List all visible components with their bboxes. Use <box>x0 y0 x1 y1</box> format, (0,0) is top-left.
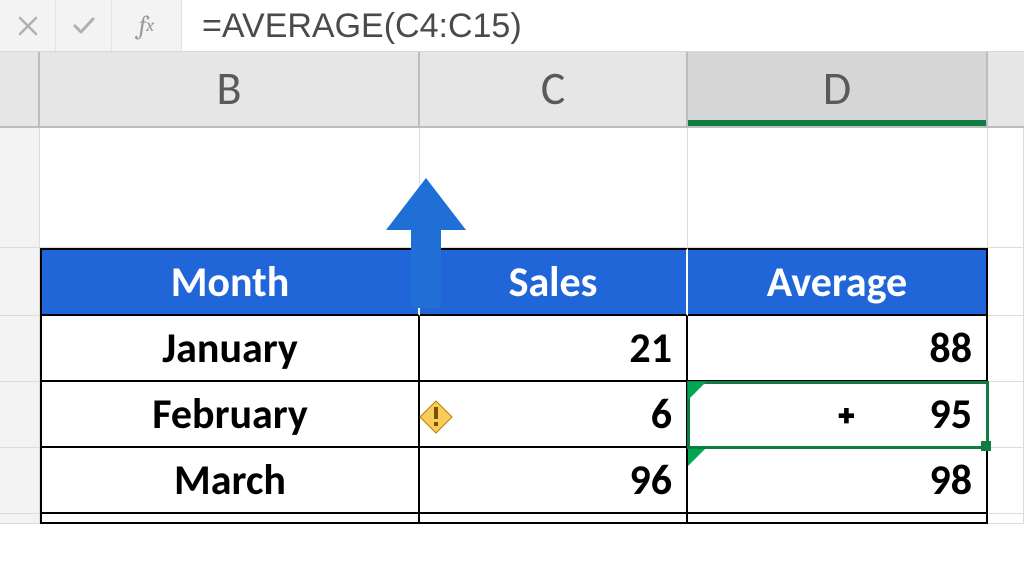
header-month[interactable]: Month <box>40 248 420 316</box>
cell[interactable] <box>988 248 1024 316</box>
cell-cursor-icon: ✚ <box>838 404 855 429</box>
column-header-d-active[interactable]: D <box>688 52 988 126</box>
row-header[interactable] <box>0 128 40 248</box>
cell[interactable] <box>988 514 1024 524</box>
confirm-icon[interactable] <box>56 0 112 51</box>
error-triangle-icon <box>688 448 706 466</box>
empty-row[interactable] <box>0 128 1024 248</box>
column-header-next[interactable] <box>988 52 1024 126</box>
insert-function-icon[interactable]: fx <box>112 0 182 51</box>
table-row <box>0 514 1024 524</box>
row-header[interactable] <box>0 514 40 524</box>
table-row: January 21 88 <box>0 316 1024 382</box>
column-header-c[interactable]: C <box>420 52 688 126</box>
cell-average[interactable]: 98 <box>688 448 988 514</box>
row-header[interactable] <box>0 382 40 448</box>
select-all-corner[interactable] <box>0 52 40 126</box>
header-sales[interactable]: Sales <box>420 248 688 316</box>
formula-input[interactable]: =AVERAGE(C4:C15) <box>182 0 1024 51</box>
warning-icon[interactable] <box>418 396 454 432</box>
cell[interactable] <box>988 382 1024 448</box>
cell[interactable] <box>988 448 1024 514</box>
row-header[interactable] <box>0 316 40 382</box>
header-average[interactable]: Average <box>688 248 988 316</box>
cell[interactable] <box>420 128 688 248</box>
row-header[interactable] <box>0 448 40 514</box>
cell-month[interactable]: February <box>40 382 420 448</box>
cell[interactable] <box>40 128 420 248</box>
cell-month[interactable]: March <box>40 448 420 514</box>
fill-handle[interactable] <box>981 441 991 451</box>
cell[interactable] <box>688 514 988 524</box>
table-row: February 6 ✚ 95 <box>0 382 1024 448</box>
worksheet-grid[interactable]: Month Sales Average January 21 88 Februa… <box>0 128 1024 524</box>
cell[interactable] <box>988 316 1024 382</box>
cell-sales[interactable]: 96 <box>420 448 688 514</box>
cell-average[interactable]: 88 <box>688 316 988 382</box>
column-header-b[interactable]: B <box>40 52 420 126</box>
cancel-icon[interactable] <box>0 0 56 51</box>
formula-text: =AVERAGE(C4:C15) <box>202 7 522 46</box>
cell[interactable] <box>988 128 1024 248</box>
error-triangle-icon <box>688 382 706 400</box>
cell[interactable] <box>40 514 420 524</box>
column-header-row: B C D <box>0 52 1024 128</box>
cell-sales[interactable]: 6 <box>420 382 688 448</box>
cell-sales[interactable]: 21 <box>420 316 688 382</box>
selected-cell[interactable]: ✚ 95 <box>688 382 988 448</box>
table-header-row: Month Sales Average <box>0 248 1024 316</box>
table-row: March 96 98 <box>0 448 1024 514</box>
formula-bar: fx =AVERAGE(C4:C15) <box>0 0 1024 52</box>
row-header[interactable] <box>0 248 40 316</box>
cell[interactable] <box>688 128 988 248</box>
cell-month[interactable]: January <box>40 316 420 382</box>
cell[interactable] <box>420 514 688 524</box>
